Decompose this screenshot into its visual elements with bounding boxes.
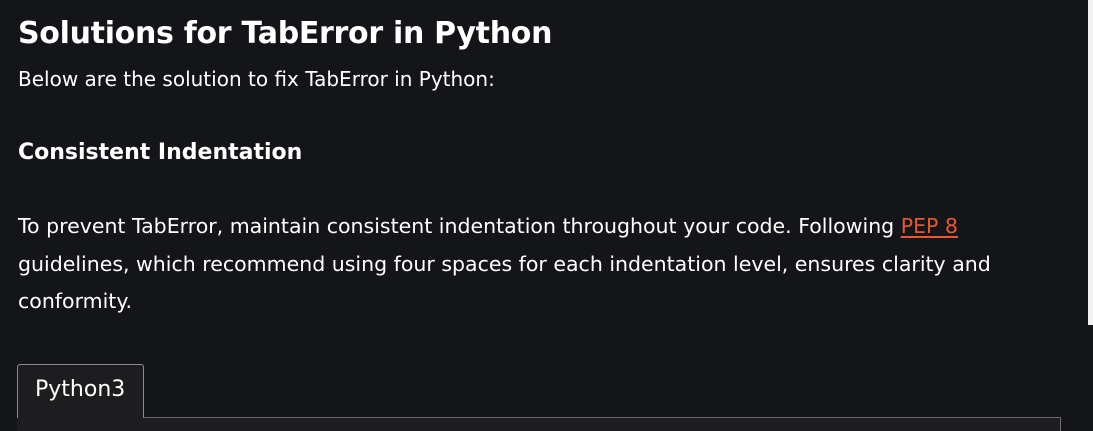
pep8-link[interactable]: PEP 8	[901, 214, 958, 238]
paragraph-text-before-link: To prevent TabError, maintain consistent…	[18, 214, 901, 238]
tab-python3-label: Python3	[35, 377, 126, 402]
section-heading: Consistent Indentation	[18, 140, 303, 165]
code-block-container	[17, 417, 1061, 431]
tab-python3[interactable]: Python3	[17, 364, 144, 418]
body-paragraph: To prevent TabError, maintain consistent…	[18, 208, 1028, 321]
intro-text: Below are the solution to fix TabError i…	[18, 67, 495, 91]
scrollbar[interactable]	[1088, 0, 1093, 325]
paragraph-text-after-link: guidelines, which recommend using four s…	[18, 251, 991, 314]
page-title: Solutions for TabError in Python	[18, 16, 553, 51]
